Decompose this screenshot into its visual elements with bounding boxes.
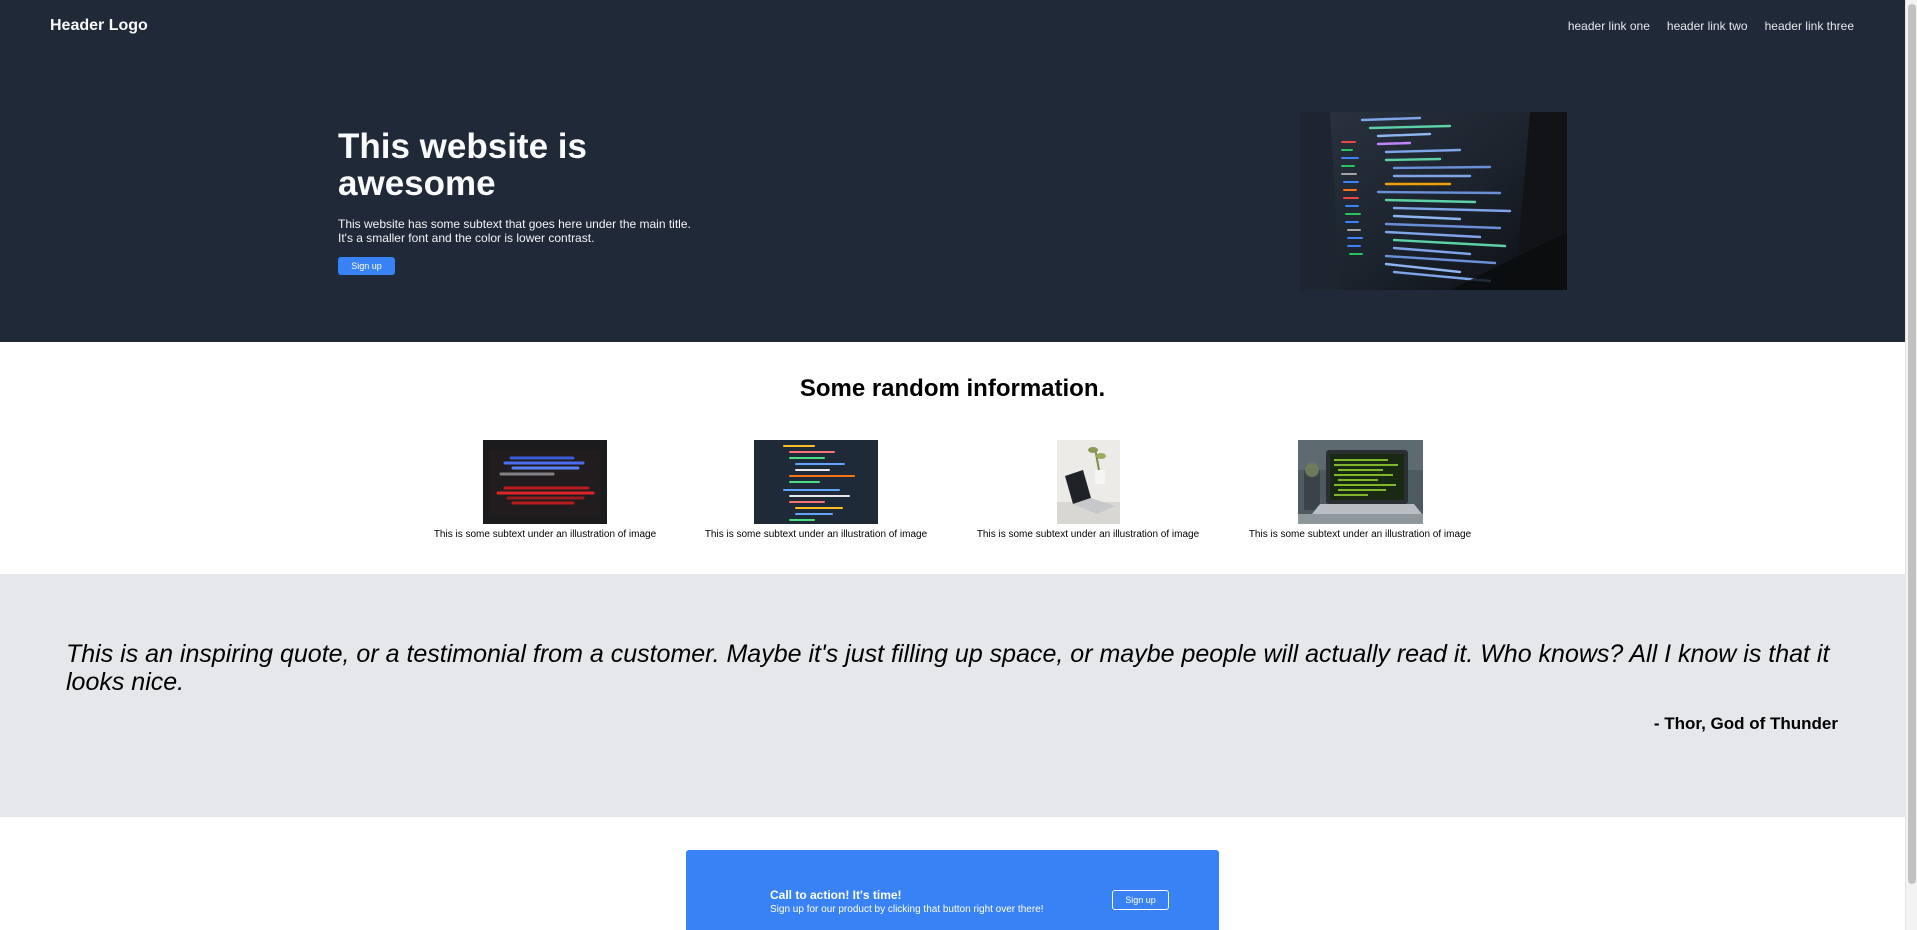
- laptop-plant-image: [1056, 440, 1120, 524]
- vertical-scrollbar[interactable]: [1905, 0, 1917, 930]
- code-on-laptop-image: [1300, 112, 1567, 290]
- header-nav: header link one header link two header l…: [1568, 19, 1854, 33]
- quote-section: This is an inspiring quote, or a testimo…: [0, 574, 1905, 817]
- call-to-action-box: Call to action! It's time! Sign up for o…: [686, 850, 1219, 930]
- header-logo[interactable]: Header Logo: [50, 17, 148, 35]
- info-card: This is some subtext under an illustrati…: [425, 440, 665, 540]
- scrollbar-thumb[interactable]: [1908, 4, 1916, 884]
- code-screen-image: [754, 440, 878, 524]
- info-section-title: Some random information.: [799, 375, 1106, 402]
- hero-title: This website is awesome: [338, 127, 587, 203]
- info-card-caption: This is some subtext under an illustrati…: [433, 529, 657, 540]
- header-link-two[interactable]: header link two: [1667, 19, 1748, 33]
- info-card-caption: This is some subtext under an illustrati…: [976, 529, 1200, 540]
- hero-subtext: This website has some subtext that goes …: [338, 217, 691, 245]
- cta-subtext: Sign up for our product by clicking that…: [770, 904, 1044, 915]
- info-card: This is some subtext under an illustrati…: [1240, 440, 1480, 540]
- header-link-three[interactable]: header link three: [1765, 19, 1854, 33]
- hero-signup-button[interactable]: Sign up: [338, 257, 395, 275]
- red-blue-code-image: [483, 440, 607, 524]
- header-link-one[interactable]: header link one: [1568, 19, 1650, 33]
- page: Header Logo header link one header link …: [0, 0, 1905, 930]
- info-card-caption: This is some subtext under an illustrati…: [1248, 529, 1472, 540]
- testimonial-quote: This is an inspiring quote, or a testimo…: [66, 640, 1830, 696]
- cta-signup-button[interactable]: Sign up: [1112, 890, 1169, 910]
- hero-section: Header Logo header link one header link …: [0, 0, 1905, 342]
- quote-author: - Thor, God of Thunder: [1653, 714, 1838, 733]
- info-card-caption: This is some subtext under an illustrati…: [704, 529, 928, 540]
- info-card: This is some subtext under an illustrati…: [968, 440, 1208, 540]
- info-card: This is some subtext under an illustrati…: [696, 440, 936, 540]
- cta-title: Call to action! It's time!: [770, 888, 902, 902]
- desk-laptop-image: [1297, 440, 1423, 524]
